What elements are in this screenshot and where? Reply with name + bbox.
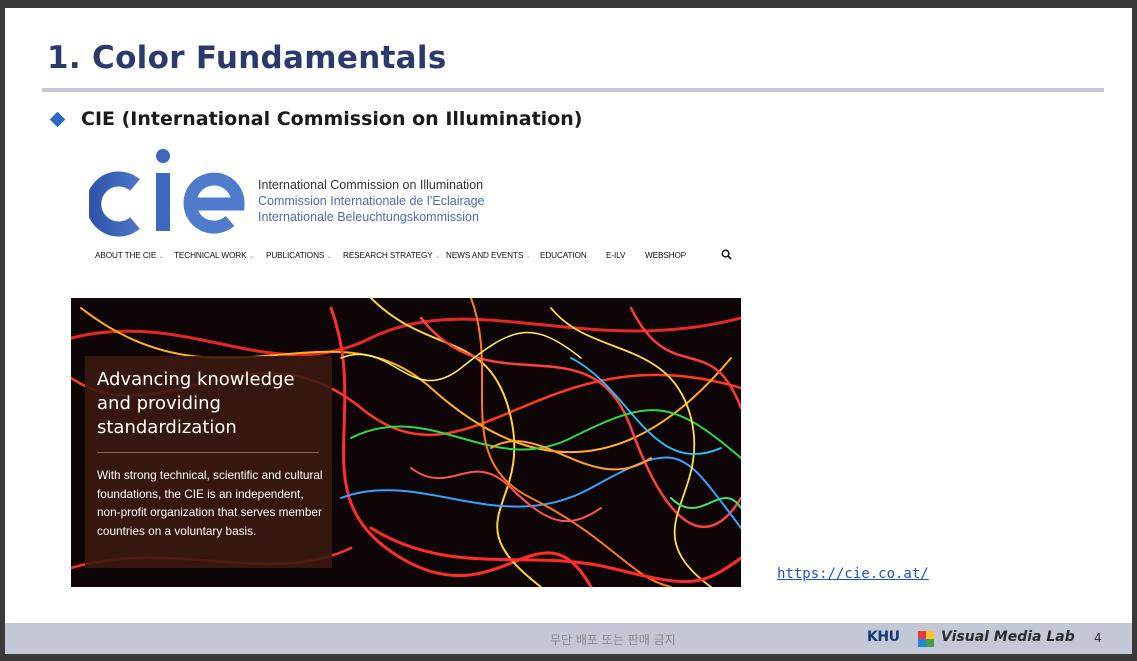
- cie-name-english: International Commission on Illumination: [258, 178, 484, 192]
- title-divider: [42, 88, 1104, 92]
- nav-label: NEWS AND EVENTS: [446, 251, 524, 260]
- chevron-down-icon: ⌄: [326, 253, 333, 260]
- slide: 1. Color Fundamentals CIE (International…: [5, 8, 1132, 654]
- nav-item-e-ilv[interactable]: E-ILV: [606, 251, 625, 260]
- nav-item-webshop[interactable]: WEBSHOP: [645, 251, 686, 260]
- page-number: 4: [1094, 631, 1102, 645]
- slide-footer: 무단 배포 또는 판매 금지 KHU Visual Media Lab 4: [5, 623, 1132, 654]
- cie-name-german: Internationale Beleuchtungskommission: [258, 210, 479, 224]
- nav-item-research-strategy[interactable]: RESEARCH STRATEGY ⌄: [343, 251, 440, 260]
- nav-label: ABOUT THE CIE: [95, 251, 157, 260]
- cie-organization-names: International Commission on Illumination…: [258, 177, 485, 225]
- khu-logo-text: KHU: [867, 629, 900, 645]
- cie-name-french: Commission Internationale de l’Eclairage: [258, 194, 485, 208]
- cie-logo[interactable]: [89, 148, 249, 238]
- slide-title: 1. Color Fundamentals: [47, 40, 447, 76]
- nav-label: TECHNICAL WORK: [174, 251, 247, 260]
- nav-item-education[interactable]: EDUCATION: [540, 251, 587, 260]
- nav-label: RESEARCH STRATEGY: [343, 251, 433, 260]
- diamond-bullet-icon: [49, 111, 66, 128]
- hero-divider: [97, 452, 319, 453]
- chevron-down-icon: ⌄: [248, 253, 255, 260]
- bullet-text: CIE (International Commission on Illumin…: [81, 108, 583, 130]
- nav-item-technical-work[interactable]: TECHNICAL WORK ⌄: [174, 251, 254, 260]
- chevron-down-icon: ⌄: [158, 253, 164, 260]
- chevron-down-icon: ⌄: [525, 253, 531, 260]
- chevron-down-icon: ⌄: [434, 253, 441, 260]
- visual-media-lab-logo-icon: [918, 631, 934, 647]
- khu-logo: KHU: [867, 629, 900, 645]
- hero-heading: Advancing knowledge and providing standa…: [97, 369, 295, 438]
- nav-label: PUBLICATIONS: [266, 251, 325, 260]
- hero-banner: Advancing knowledge and providing standa…: [71, 298, 741, 587]
- search-icon[interactable]: [721, 249, 732, 260]
- nav-item-about[interactable]: ABOUT THE CIE ⌄: [95, 251, 164, 260]
- hero-text-panel: Advancing knowledge and providing standa…: [85, 356, 332, 568]
- hero-body-text: With strong technical, scientific and cu…: [97, 468, 323, 538]
- nav-item-publications[interactable]: PUBLICATIONS ⌄: [266, 251, 332, 260]
- footer-notice: 무단 배포 또는 판매 금지: [550, 633, 676, 647]
- cie-nav-bar: ABOUT THE CIE ⌄ TECHNICAL WORK ⌄ PUBLICATI…: [95, 249, 745, 265]
- nav-item-news-and-events[interactable]: NEWS AND EVENTS ⌄: [446, 251, 531, 260]
- cie-website-link[interactable]: https://cie.co.at/: [777, 566, 929, 582]
- lab-name: Visual Media Lab: [941, 629, 1075, 645]
